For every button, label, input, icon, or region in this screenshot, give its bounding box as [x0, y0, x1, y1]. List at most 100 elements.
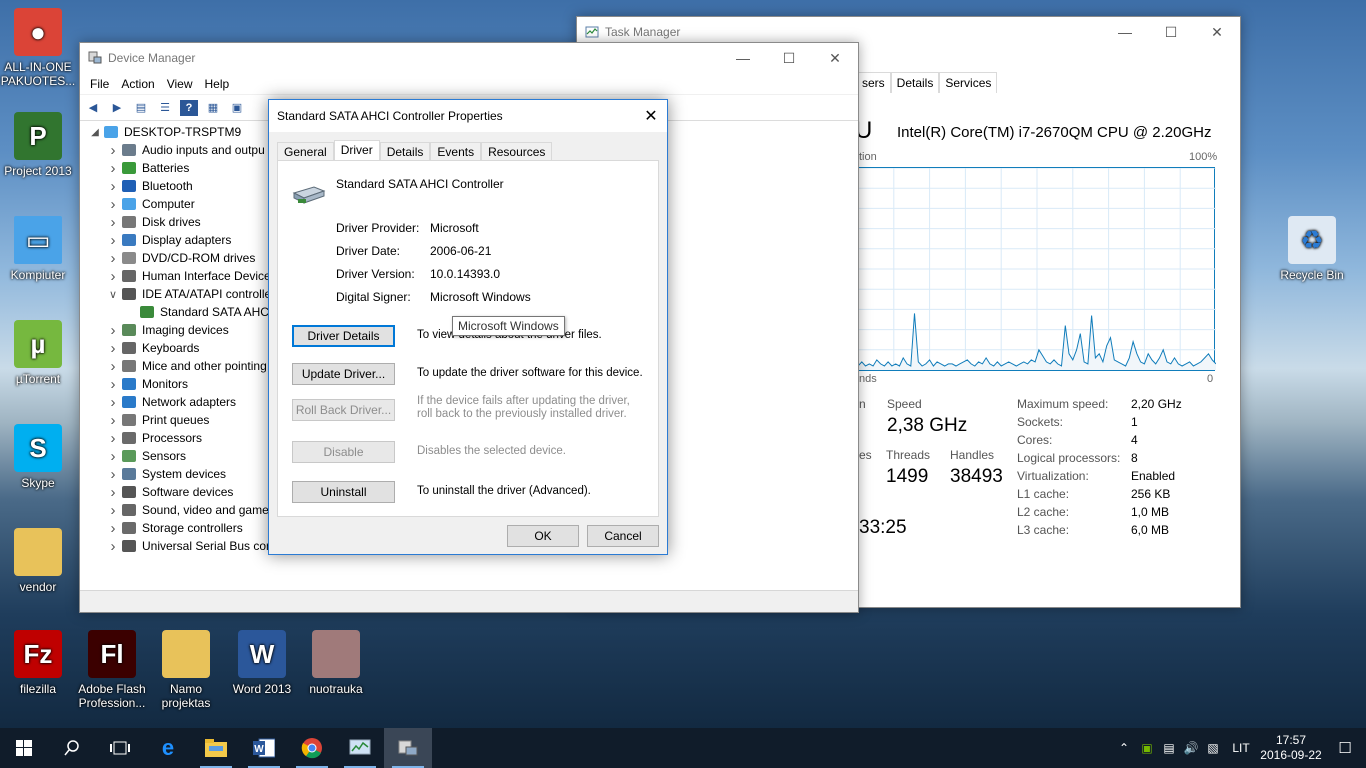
- desktop-icon[interactable]: S Skype: [0, 424, 76, 490]
- forward-icon[interactable]: ▶: [108, 100, 126, 116]
- spec-value: 256 KB: [1131, 487, 1171, 501]
- update-driver-button[interactable]: Update Driver...: [292, 363, 395, 385]
- desktop-icon[interactable]: Namo projektas: [148, 630, 224, 710]
- search-icon[interactable]: [48, 728, 96, 768]
- chevron-right-icon[interactable]: ›: [104, 268, 122, 285]
- roll-back-driver-button[interactable]: Roll Back Driver...: [292, 399, 395, 421]
- menu-action[interactable]: Action: [115, 77, 160, 91]
- menu-file[interactable]: File: [84, 77, 115, 91]
- menu-view[interactable]: View: [161, 77, 199, 91]
- close-button[interactable]: ✕: [1194, 17, 1240, 47]
- chevron-right-icon[interactable]: ›: [104, 394, 122, 411]
- desktop-icon[interactable]: Fz filezilla: [0, 630, 76, 696]
- tab-details[interactable]: Details: [890, 72, 940, 93]
- ok-button[interactable]: OK: [507, 525, 579, 547]
- chevron-right-icon[interactable]: ›: [104, 178, 122, 195]
- chevron-right-icon[interactable]: ›: [104, 340, 122, 357]
- chevron-right-icon[interactable]: ›: [104, 466, 122, 483]
- maximize-button[interactable]: ☐: [1148, 17, 1194, 47]
- start-icon[interactable]: [0, 728, 48, 768]
- chevron-right-icon[interactable]: ›: [104, 412, 122, 429]
- network-icon[interactable]: ▤: [1158, 741, 1180, 755]
- tab-services[interactable]: Services: [939, 72, 998, 93]
- task-manager-icon: [585, 26, 599, 38]
- chevron-right-icon[interactable]: ›: [104, 322, 122, 339]
- tab-resources[interactable]: Resources: [481, 142, 553, 161]
- minimize-button[interactable]: —: [1102, 17, 1148, 47]
- chevron-right-icon[interactable]: ›: [104, 250, 122, 267]
- chevron-right-icon[interactable]: ›: [104, 448, 122, 465]
- chevron-right-icon[interactable]: ›: [104, 232, 122, 249]
- word-icon[interactable]: W: [240, 728, 288, 768]
- clock-date: 2016-09-22: [1260, 748, 1322, 762]
- desktop-icon[interactable]: µ µTorrent: [0, 320, 76, 386]
- back-icon[interactable]: ◀: [84, 100, 102, 116]
- device-category-icon: [122, 198, 136, 210]
- recycle-bin-icon: ♻: [1288, 216, 1336, 264]
- desktop-icon[interactable]: P Project 2013: [0, 112, 76, 178]
- tab-driver[interactable]: Driver: [333, 140, 380, 161]
- dialog-close-icon[interactable]: ✕: [635, 100, 667, 132]
- chevron-down-icon[interactable]: ◢: [86, 127, 104, 138]
- properties-icon[interactable]: ▤: [132, 100, 150, 116]
- chrome-icon: ●: [14, 8, 62, 56]
- volume-icon[interactable]: 🔊: [1180, 741, 1202, 755]
- chevron-right-icon[interactable]: ›: [104, 214, 122, 231]
- tab-details[interactable]: Details: [379, 142, 431, 161]
- maximize-button[interactable]: ☐: [766, 43, 812, 73]
- processes-label: es: [859, 448, 872, 462]
- language-indicator[interactable]: LIT: [1224, 741, 1258, 755]
- desktop-icon[interactable]: nuotrauka: [298, 630, 374, 696]
- details-icon[interactable]: ▦: [204, 100, 222, 116]
- desktop-icon[interactable]: ▭ Kompiuter: [0, 216, 76, 282]
- tab-events[interactable]: Events: [430, 142, 482, 161]
- system-tray: ⌃ ▣ ▤ 🔊 ▧ LIT 17:57 2016-09-22 ☐: [1112, 728, 1366, 768]
- notifications-icon[interactable]: ☐: [1324, 739, 1366, 757]
- chevron-up-icon[interactable]: ⌃: [1112, 741, 1136, 755]
- chevron-right-icon[interactable]: ›: [104, 520, 122, 537]
- tree-item-label: Batteries: [142, 161, 190, 175]
- task-manager-icon[interactable]: [336, 728, 384, 768]
- svg-text:W: W: [254, 744, 264, 755]
- device-category-icon: [140, 306, 154, 318]
- list-icon[interactable]: ☰: [156, 100, 174, 116]
- desktop-icon[interactable]: ♻ Recycle Bin: [1274, 216, 1350, 282]
- task-manager-title: Task Manager: [605, 25, 681, 39]
- driver-details-button[interactable]: Driver Details: [292, 325, 395, 347]
- file-explorer-icon[interactable]: [192, 728, 240, 768]
- chevron-down-icon[interactable]: ∨: [104, 288, 122, 301]
- chevron-right-icon[interactable]: ›: [104, 196, 122, 213]
- action-flag-icon[interactable]: ▧: [1202, 741, 1224, 755]
- help-icon[interactable]: ?: [180, 99, 198, 116]
- tab-general[interactable]: General: [277, 142, 334, 161]
- chevron-right-icon[interactable]: ›: [104, 538, 122, 555]
- minimize-button[interactable]: —: [720, 43, 766, 73]
- scan-hardware-icon[interactable]: ▣: [228, 100, 246, 116]
- threads-value: 1499: [886, 466, 929, 487]
- device-manager-icon[interactable]: [384, 728, 432, 768]
- cancel-button[interactable]: Cancel: [587, 525, 659, 547]
- desktop-icon[interactable]: W Word 2013: [224, 630, 300, 696]
- nvidia-icon[interactable]: ▣: [1136, 741, 1158, 755]
- task-view-icon[interactable]: [96, 728, 144, 768]
- computer-icon: [104, 126, 118, 138]
- uninstall-button[interactable]: Uninstall: [292, 481, 395, 503]
- chevron-right-icon[interactable]: ›: [104, 484, 122, 501]
- chrome-icon[interactable]: [288, 728, 336, 768]
- edge-icon[interactable]: e: [144, 728, 192, 768]
- action-description: If the device fails after updating the d…: [417, 395, 630, 420]
- desktop-icon[interactable]: ● ALL-IN-ONE PAKUOTES...: [0, 8, 76, 88]
- chevron-right-icon[interactable]: ›: [104, 376, 122, 393]
- chevron-right-icon[interactable]: ›: [104, 358, 122, 375]
- chevron-right-icon[interactable]: ›: [104, 502, 122, 519]
- chevron-right-icon[interactable]: ›: [104, 142, 122, 159]
- desktop-icon[interactable]: Fl Adobe Flash Profession...: [74, 630, 150, 710]
- chevron-right-icon[interactable]: ›: [104, 160, 122, 177]
- close-button[interactable]: ✕: [812, 43, 858, 73]
- desktop-icon[interactable]: vendor: [0, 528, 76, 594]
- disable-button[interactable]: Disable: [292, 441, 395, 463]
- chevron-right-icon[interactable]: ›: [104, 430, 122, 447]
- menu-help[interactable]: Help: [199, 77, 236, 91]
- tab-users[interactable]: sers: [857, 72, 891, 93]
- clock[interactable]: 17:57 2016-09-22: [1258, 733, 1324, 763]
